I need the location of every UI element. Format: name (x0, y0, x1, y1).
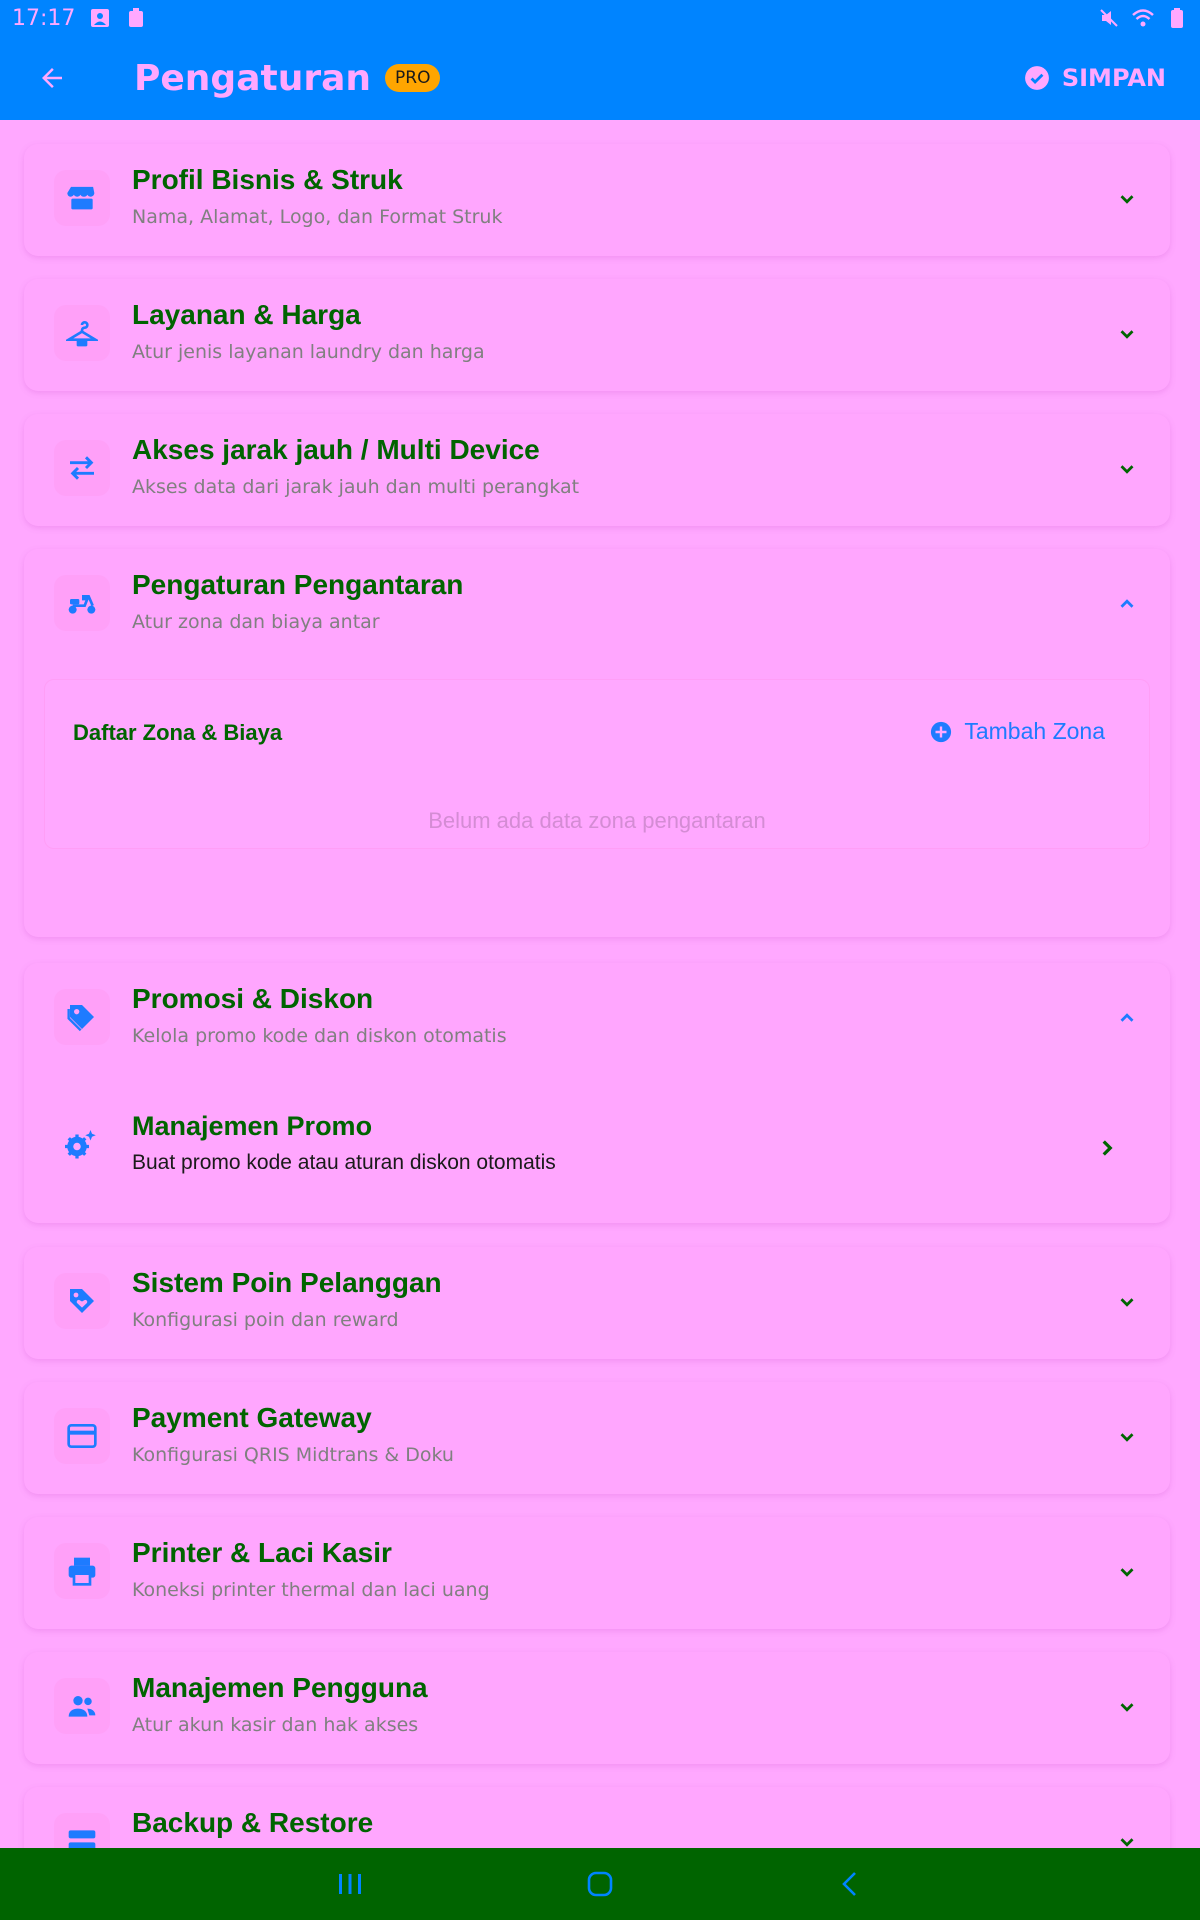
section-title: Promosi & Diskon (132, 983, 374, 1014)
home-icon (587, 1871, 613, 1897)
chevron-down-icon (1112, 1827, 1142, 1848)
chevron-up-icon (1112, 589, 1142, 619)
section-header[interactable]: Payment Gateway Konfigurasi QRIS Midtran… (24, 1382, 1170, 1492)
section-subtitle: Konfigurasi poin dan reward (132, 1309, 399, 1331)
swap-arrows-icon (54, 440, 110, 496)
tag-icon (54, 989, 110, 1045)
section-subtitle: Koneksi printer thermal dan laci uang (132, 1579, 490, 1601)
add-circle-icon (931, 721, 952, 742)
section-subtitle: Akses data dari jarak jauh dan multi per… (132, 476, 580, 498)
chevron-down-icon (1112, 319, 1142, 349)
section-subtitle: Atur zona dan biaya antar (132, 611, 380, 633)
section-title: Printer & Laci Kasir (132, 1537, 392, 1568)
section-header[interactable]: Layanan & Harga Atur jenis layanan laund… (24, 279, 1170, 389)
chevron-down-icon (1112, 454, 1142, 484)
section-header[interactable]: Backup & Restore (24, 1787, 1170, 1848)
app-bar: Pengaturan PRO SIMPAN (0, 36, 1200, 120)
gallery-notification-icon (89, 7, 111, 29)
section-backup-restore: Backup & Restore (24, 1787, 1170, 1848)
section-header[interactable]: Pengaturan Pengantaran Atur zona dan bia… (24, 549, 1170, 659)
save-button[interactable]: SIMPAN (1024, 64, 1172, 92)
settings-sparkle-icon (62, 1127, 102, 1167)
mute-icon (1098, 7, 1120, 29)
loyalty-icon (54, 1273, 110, 1329)
battery-saver-icon (125, 7, 147, 29)
section-remote-access: Akses jarak jauh / Multi Device Akses da… (24, 414, 1170, 526)
page-title: Pengaturan (134, 57, 372, 99)
status-time: 17:17 (12, 5, 76, 31)
section-header[interactable]: Akses jarak jauh / Multi Device Akses da… (24, 414, 1170, 524)
section-title: Akses jarak jauh / Multi Device (132, 434, 540, 465)
chevron-down-icon (1112, 1422, 1142, 1452)
back-button[interactable] (28, 54, 76, 102)
hanger-icon (54, 305, 110, 361)
users-icon (54, 1678, 110, 1734)
section-header[interactable]: Sistem Poin Pelanggan Konfigurasi poin d… (24, 1247, 1170, 1357)
status-bar: 17:17 (0, 0, 1200, 36)
add-zone-label: Tambah Zona (964, 718, 1105, 744)
section-title: Manajemen Pengguna (132, 1672, 428, 1703)
section-loyalty-points: Sistem Poin Pelanggan Konfigurasi poin d… (24, 1247, 1170, 1359)
section-promotions: Promosi & Diskon Kelola promo kode dan d… (24, 963, 1170, 1223)
zone-list-title: Daftar Zona & Biaya (73, 720, 283, 745)
backup-icon (54, 1813, 110, 1848)
back-nav-button[interactable] (830, 1864, 870, 1904)
section-services-pricing: Layanan & Harga Atur jenis layanan laund… (24, 279, 1170, 391)
store-icon (54, 170, 110, 226)
section-header[interactable]: Manajemen Pengguna Atur akun kasir dan h… (24, 1652, 1170, 1762)
printer-icon (54, 1543, 110, 1599)
chevron-down-icon (1112, 1557, 1142, 1587)
section-header[interactable]: Profil Bisnis & Struk Nama, Alamat, Logo… (24, 144, 1170, 254)
chevron-down-icon (1112, 1692, 1142, 1722)
chevron-right-icon (1094, 1135, 1122, 1163)
section-subtitle: Kelola promo kode dan diskon otomatis (132, 1025, 507, 1047)
credit-card-icon (54, 1408, 110, 1464)
section-header[interactable]: Promosi & Diskon Kelola promo kode dan d… (24, 963, 1170, 1073)
section-title: Layanan & Harga (132, 299, 361, 330)
section-title: Pengaturan Pengantaran (132, 569, 464, 600)
scooter-icon (54, 575, 110, 631)
section-business-profile: Profil Bisnis & Struk Nama, Alamat, Logo… (24, 144, 1170, 256)
section-user-management: Manajemen Pengguna Atur akun kasir dan h… (24, 1652, 1170, 1764)
section-header[interactable]: Printer & Laci Kasir Koneksi printer the… (24, 1517, 1170, 1627)
battery-icon (1166, 7, 1188, 29)
home-button[interactable] (580, 1864, 620, 1904)
wifi-icon (1132, 7, 1154, 29)
section-payment-gateway: Payment Gateway Konfigurasi QRIS Midtran… (24, 1382, 1170, 1494)
promo-management-item[interactable]: Manajemen Promo Buat promo kode atau atu… (24, 1081, 1170, 1201)
chevron-down-icon (1112, 184, 1142, 214)
promo-item-subtitle: Buat promo kode atau aturan diskon otoma… (132, 1151, 556, 1174)
add-zone-button[interactable]: Tambah Zona (930, 718, 1105, 745)
recent-apps-icon (339, 1874, 361, 1894)
pro-badge: PRO (385, 64, 441, 92)
promo-item-title: Manajemen Promo (132, 1111, 373, 1141)
zone-empty-state: Belum ada data zona pengantaran (428, 808, 766, 833)
chevron-down-icon (1112, 1287, 1142, 1317)
chevron-up-icon (1112, 1003, 1142, 1033)
settings-list[interactable]: Profil Bisnis & Struk Nama, Alamat, Logo… (0, 120, 1200, 1848)
section-title: Profil Bisnis & Struk (132, 164, 403, 195)
recent-apps-button[interactable] (330, 1864, 370, 1904)
section-printer: Printer & Laci Kasir Koneksi printer the… (24, 1517, 1170, 1629)
section-subtitle: Atur jenis layanan laundry dan harga (132, 341, 485, 363)
section-subtitle: Atur akun kasir dan hak akses (132, 1714, 419, 1736)
chevron-left-icon (842, 1872, 856, 1896)
section-delivery-settings: Pengaturan Pengantaran Atur zona dan bia… (24, 549, 1170, 937)
arrow-left-icon (42, 68, 62, 88)
system-nav-bar (0, 1848, 1200, 1920)
section-title: Sistem Poin Pelanggan (132, 1267, 442, 1298)
delivery-zone-panel: Daftar Zona & Biaya Tambah Zona Belum ad… (44, 679, 1150, 849)
section-subtitle: Konfigurasi QRIS Midtrans & Doku (132, 1444, 454, 1466)
section-title: Backup & Restore (132, 1807, 374, 1838)
check-circle-icon (1024, 66, 1049, 90)
section-title: Payment Gateway (132, 1402, 372, 1433)
save-button-label: SIMPAN (1061, 64, 1166, 92)
section-subtitle: Nama, Alamat, Logo, dan Format Struk (132, 206, 503, 228)
